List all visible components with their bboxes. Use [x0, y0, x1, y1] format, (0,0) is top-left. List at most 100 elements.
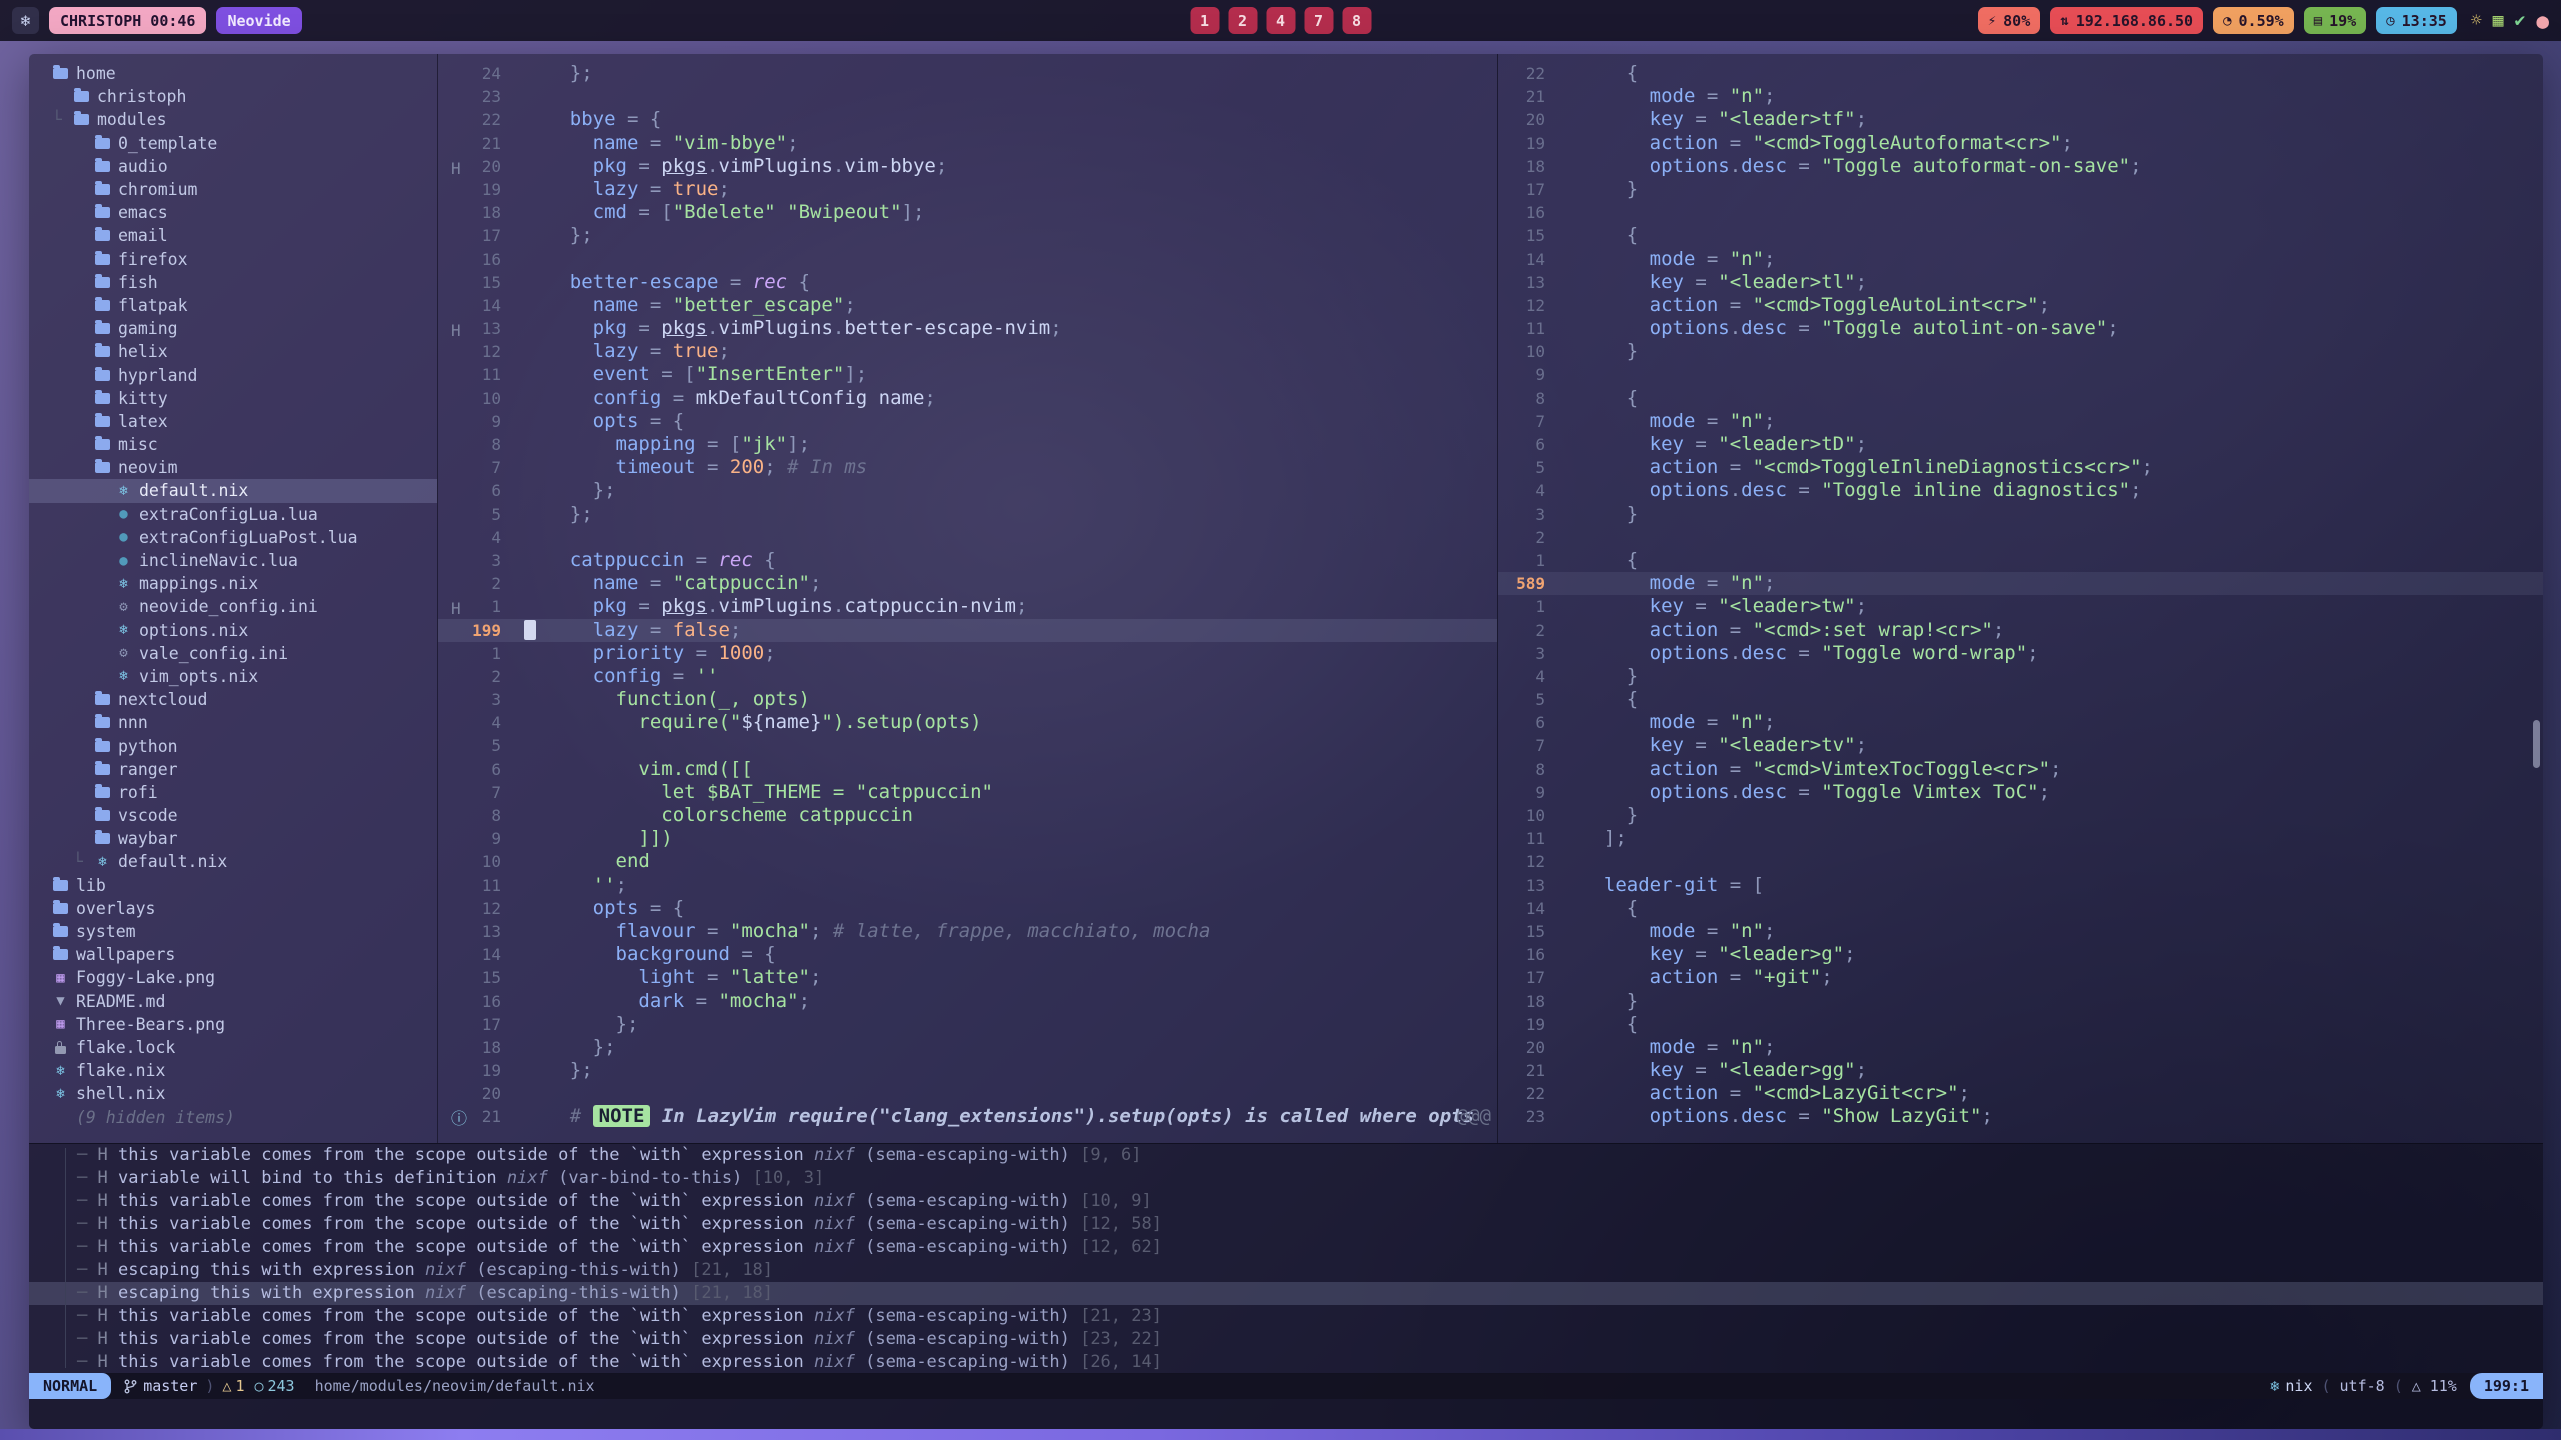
code-line[interactable]: 5: [438, 734, 1497, 757]
code-line[interactable]: 13 key = "<leader>tl";: [1498, 271, 2543, 294]
code-line[interactable]: 14 name = "better_escape";: [438, 294, 1497, 317]
quickfix-item[interactable]: ─ H this variable comes from the scope o…: [29, 1351, 2543, 1374]
code-line[interactable]: 9: [1498, 363, 2543, 386]
code-line[interactable]: 19 action = "<cmd>ToggleAutoformat<cr>";: [1498, 132, 2543, 155]
tree-item[interactable]: emacs: [29, 201, 437, 224]
code-line[interactable]: 7 let $BAT_THEME = "catppuccin": [438, 781, 1497, 804]
tree-item[interactable]: ❄vim_opts.nix: [29, 665, 437, 688]
quickfix-item[interactable]: ─ H escaping this with expression nixf (…: [29, 1259, 2543, 1282]
code-line[interactable]: 22 action = "<cmd>LazyGit<cr>";: [1498, 1082, 2543, 1105]
code-line[interactable]: 2: [1498, 526, 2543, 549]
workspace-button[interactable]: 7: [1304, 7, 1333, 34]
code-line[interactable]: 10 config = mkDefaultConfig name;: [438, 387, 1497, 410]
code-line[interactable]: 12: [1498, 850, 2543, 873]
code-line[interactable]: 20 key = "<leader>tf";: [1498, 108, 2543, 131]
code-line[interactable]: 14 mode = "n";: [1498, 248, 2543, 271]
code-line[interactable]: H1 pkg = pkgs.vimPlugins.catppuccin-nvim…: [438, 595, 1497, 618]
quickfix-item[interactable]: ─ H this variable comes from the scope o…: [29, 1236, 2543, 1259]
tree-item[interactable]: ⚙vale_config.ini: [29, 642, 437, 665]
code-line[interactable]: 10 }: [1498, 804, 2543, 827]
tree-item[interactable]: nnn: [29, 711, 437, 734]
code-line[interactable]: 9 options.desc = "Toggle Vimtex ToC";: [1498, 781, 2543, 804]
tree-item[interactable]: audio: [29, 155, 437, 178]
code-line[interactable]: 23 options.desc = "Show LazyGit";: [1498, 1105, 2543, 1128]
code-line[interactable]: 16 dark = "mocha";: [438, 990, 1497, 1013]
quickfix-item[interactable]: ─ H this variable comes from the scope o…: [29, 1144, 2543, 1167]
code-line[interactable]: 20: [438, 1082, 1497, 1105]
git-branch[interactable]: master: [123, 1377, 197, 1395]
quickfix-item[interactable]: ─ H this variable comes from the scope o…: [29, 1305, 2543, 1328]
tree-item[interactable]: nextcloud: [29, 688, 437, 711]
code-line[interactable]: 6 key = "<leader>tD";: [1498, 433, 2543, 456]
code-line[interactable]: 21 name = "vim-bbye";: [438, 132, 1497, 155]
tree-item[interactable]: ❄default.nix: [29, 479, 437, 502]
quickfix-item[interactable]: ─ H variable will bind to this definitio…: [29, 1167, 2543, 1190]
tree-item[interactable]: gaming: [29, 317, 437, 340]
code-line[interactable]: 22 bbye = {: [438, 108, 1497, 131]
code-line[interactable]: 3 options.desc = "Toggle word-wrap";: [1498, 642, 2543, 665]
tree-item[interactable]: ranger: [29, 758, 437, 781]
code-line[interactable]: 13 flavour = "mocha"; # latte, frappe, m…: [438, 920, 1497, 943]
code-line[interactable]: 15 light = "latte";: [438, 966, 1497, 989]
tree-item[interactable]: christoph: [29, 85, 437, 108]
code-line[interactable]: ⓘ21 # NOTE In LazyVim require("clang_ext…: [438, 1105, 1497, 1128]
code-line[interactable]: 16: [1498, 201, 2543, 224]
code-line[interactable]: 11 event = ["InsertEnter"];: [438, 363, 1497, 386]
tree-item[interactable]: (9 hidden items): [29, 1105, 437, 1128]
code-line[interactable]: 1 key = "<leader>tw";: [1498, 595, 2543, 618]
code-line[interactable]: 17 };: [438, 1013, 1497, 1036]
code-line[interactable]: 3 catppuccin = rec {: [438, 549, 1497, 572]
code-line[interactable]: 15 better-escape = rec {: [438, 271, 1497, 294]
code-line[interactable]: 19 {: [1498, 1013, 2543, 1036]
tree-item[interactable]: system: [29, 920, 437, 943]
code-line[interactable]: 18 cmd = ["Bdelete" "Bwipeout"];: [438, 201, 1497, 224]
code-line[interactable]: 6 };: [438, 479, 1497, 502]
scrollbar-thumb[interactable]: [2533, 720, 2540, 768]
keyboard-grid-icon[interactable]: ▦: [2493, 10, 2504, 31]
tree-item[interactable]: flake.lock: [29, 1036, 437, 1059]
code-line[interactable]: 4 options.desc = "Toggle inline diagnost…: [1498, 479, 2543, 502]
code-line[interactable]: 9 ]]): [438, 827, 1497, 850]
code-line[interactable]: 16 key = "<leader>g";: [1498, 943, 2543, 966]
code-line[interactable]: 16: [438, 248, 1497, 271]
quickfix-item[interactable]: ─ H this variable comes from the scope o…: [29, 1190, 2543, 1213]
tree-item[interactable]: └modules: [29, 108, 437, 131]
tree-item[interactable]: ●extraConfigLua.lua: [29, 503, 437, 526]
code-line[interactable]: 17 }: [1498, 178, 2543, 201]
tree-item[interactable]: ❄flake.nix: [29, 1059, 437, 1082]
code-line[interactable]: 5 action = "<cmd>ToggleInlineDiagnostics…: [1498, 456, 2543, 479]
code-line[interactable]: 589 mode = "n";: [1498, 572, 2543, 595]
workspace-button[interactable]: 4: [1266, 7, 1295, 34]
code-line[interactable]: 1 {: [1498, 549, 2543, 572]
quickfix-item[interactable]: ─ H this variable comes from the scope o…: [29, 1328, 2543, 1351]
code-line[interactable]: 18 }: [1498, 990, 2543, 1013]
lightbulb-icon[interactable]: ☼: [2471, 10, 2482, 31]
code-line[interactable]: 1 priority = 1000;: [438, 642, 1497, 665]
tree-item[interactable]: wallpapers: [29, 943, 437, 966]
code-line[interactable]: 199 lazy = false;: [438, 619, 1497, 642]
workspace-button[interactable]: 2: [1228, 7, 1257, 34]
user-dot-icon[interactable]: ●: [2536, 9, 2549, 33]
code-line[interactable]: 8 mapping = ["jk"];: [438, 433, 1497, 456]
code-line[interactable]: 12 lazy = true;: [438, 340, 1497, 363]
tree-item[interactable]: misc: [29, 433, 437, 456]
code-line[interactable]: 7 key = "<leader>tv";: [1498, 734, 2543, 757]
code-line[interactable]: 7 mode = "n";: [1498, 410, 2543, 433]
tree-item[interactable]: ❄options.nix: [29, 619, 437, 642]
code-line[interactable]: 19 };: [438, 1059, 1497, 1082]
code-line[interactable]: 2 action = "<cmd>:set wrap!<cr>";: [1498, 619, 2543, 642]
code-line[interactable]: 10 end: [438, 850, 1497, 873]
code-line[interactable]: 14 {: [1498, 897, 2543, 920]
tree-item[interactable]: lib: [29, 874, 437, 897]
tree-item[interactable]: email: [29, 224, 437, 247]
tree-item[interactable]: ▦Three-Bears.png: [29, 1013, 437, 1036]
code-line[interactable]: 11 ];: [1498, 827, 2543, 850]
code-line[interactable]: 23: [438, 85, 1497, 108]
code-line[interactable]: 18 options.desc = "Toggle autoformat-on-…: [1498, 155, 2543, 178]
code-line[interactable]: 10 }: [1498, 340, 2543, 363]
code-line[interactable]: 7 timeout = 200; # In ms: [438, 456, 1497, 479]
code-line[interactable]: H20 pkg = pkgs.vimPlugins.vim-bbye;: [438, 155, 1497, 178]
tree-item[interactable]: ▼README.md: [29, 990, 437, 1013]
tree-item[interactable]: helix: [29, 340, 437, 363]
code-line[interactable]: 24 };: [438, 62, 1497, 85]
